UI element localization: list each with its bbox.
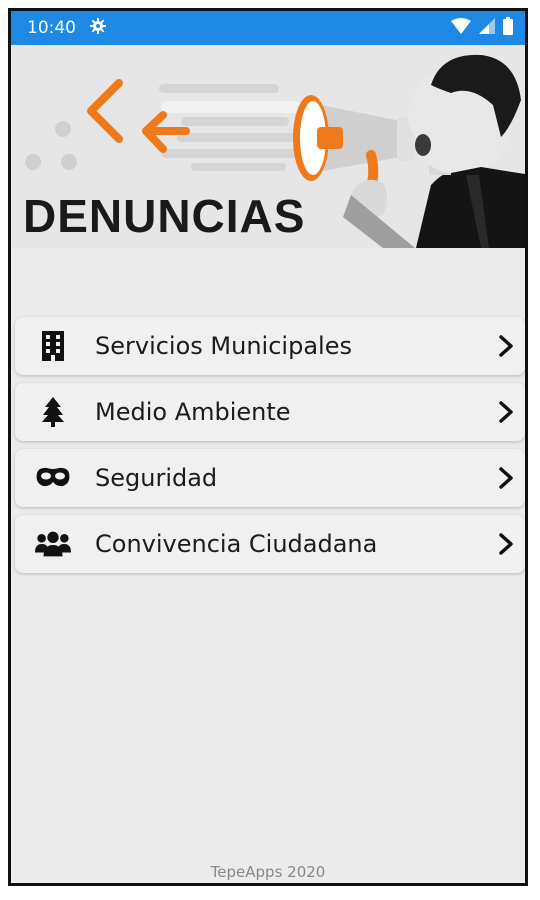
users-icon <box>35 526 71 562</box>
footer-credit: TepeApps 2020 <box>210 863 326 881</box>
menu-item-label: Seguridad <box>95 464 218 492</box>
wifi-icon <box>451 18 471 38</box>
chevron-right-icon <box>497 532 515 556</box>
status-left: 10:40 <box>27 17 106 39</box>
menu-item-convivencia-ciudadana[interactable]: Convivencia Ciudadana <box>15 515 525 573</box>
page-title: DENUNCIAS <box>23 190 306 242</box>
battery-icon <box>503 17 513 39</box>
decorative-dots <box>25 121 77 170</box>
tree-icon <box>35 394 71 430</box>
menu-item-label: Medio Ambiente <box>95 398 291 426</box>
status-right <box>451 17 513 39</box>
chevron-right-icon <box>497 400 515 424</box>
phone-frame: 10:40 DENUNCIAS Servicios Municipales Me… <box>8 8 528 886</box>
menu-item-servicios-municipales[interactable]: Servicios Municipales <box>15 317 525 375</box>
chevron-right-icon <box>497 334 515 358</box>
gear-icon <box>90 17 106 39</box>
building-icon <box>35 328 71 364</box>
megaphone-icon <box>293 95 415 210</box>
signal-icon <box>479 18 495 38</box>
menu-item-label: Servicios Municipales <box>95 332 352 360</box>
status-bar: 10:40 <box>11 11 525 45</box>
hero-banner: DENUNCIAS <box>11 45 525 248</box>
menu-item-seguridad[interactable]: Seguridad <box>15 449 525 507</box>
chevron-right-icon <box>497 466 515 490</box>
category-menu: Servicios Municipales Medio Ambiente Seg… <box>15 317 525 581</box>
menu-item-medio-ambiente[interactable]: Medio Ambiente <box>15 383 525 441</box>
status-time: 10:40 <box>27 18 76 38</box>
menu-item-label: Convivencia Ciudadana <box>95 530 378 558</box>
mask-icon <box>35 460 71 496</box>
